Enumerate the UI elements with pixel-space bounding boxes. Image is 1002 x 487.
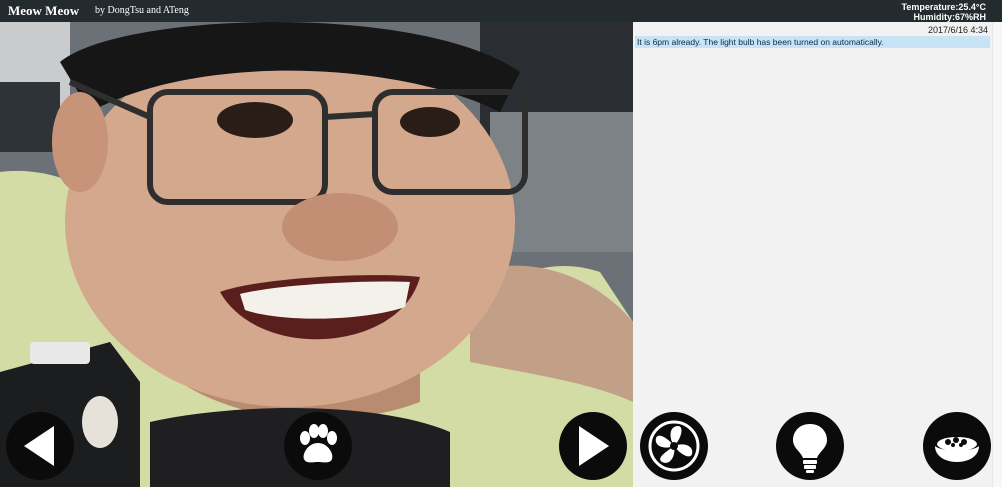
log-timestamp: 2017/6/16 4:34 <box>927 25 988 35</box>
right-button[interactable] <box>559 412 627 480</box>
log-entry: 2017/6/16 4:34 It is 6pm already. The li… <box>635 24 990 48</box>
light-bulb-button[interactable] <box>776 412 844 480</box>
app-byline: by DongTsu and ATeng <box>95 5 189 16</box>
left-arrow-icon <box>24 426 54 466</box>
log-scrollbar[interactable] <box>992 22 1002 487</box>
fan-button[interactable] <box>640 412 708 480</box>
header-bar: Meow Meow by DongTsu and ATeng Temperatu… <box>0 0 1002 22</box>
paw-icon <box>300 424 337 463</box>
food-bowl-icon <box>935 437 979 462</box>
humidity-readout: Humidity:67%RH <box>913 12 986 22</box>
light-bulb-icon <box>793 424 827 473</box>
log-message: It is 6pm already. The light bulb has be… <box>635 36 990 48</box>
fan-icon <box>648 420 700 472</box>
left-button[interactable] <box>6 412 74 480</box>
treat-button[interactable] <box>284 412 352 480</box>
right-arrow-icon <box>579 426 609 466</box>
feed-button[interactable] <box>923 412 991 480</box>
app-title: Meow Meow <box>8 3 80 18</box>
temperature-readout: Temperature:25.4°C <box>901 2 986 12</box>
